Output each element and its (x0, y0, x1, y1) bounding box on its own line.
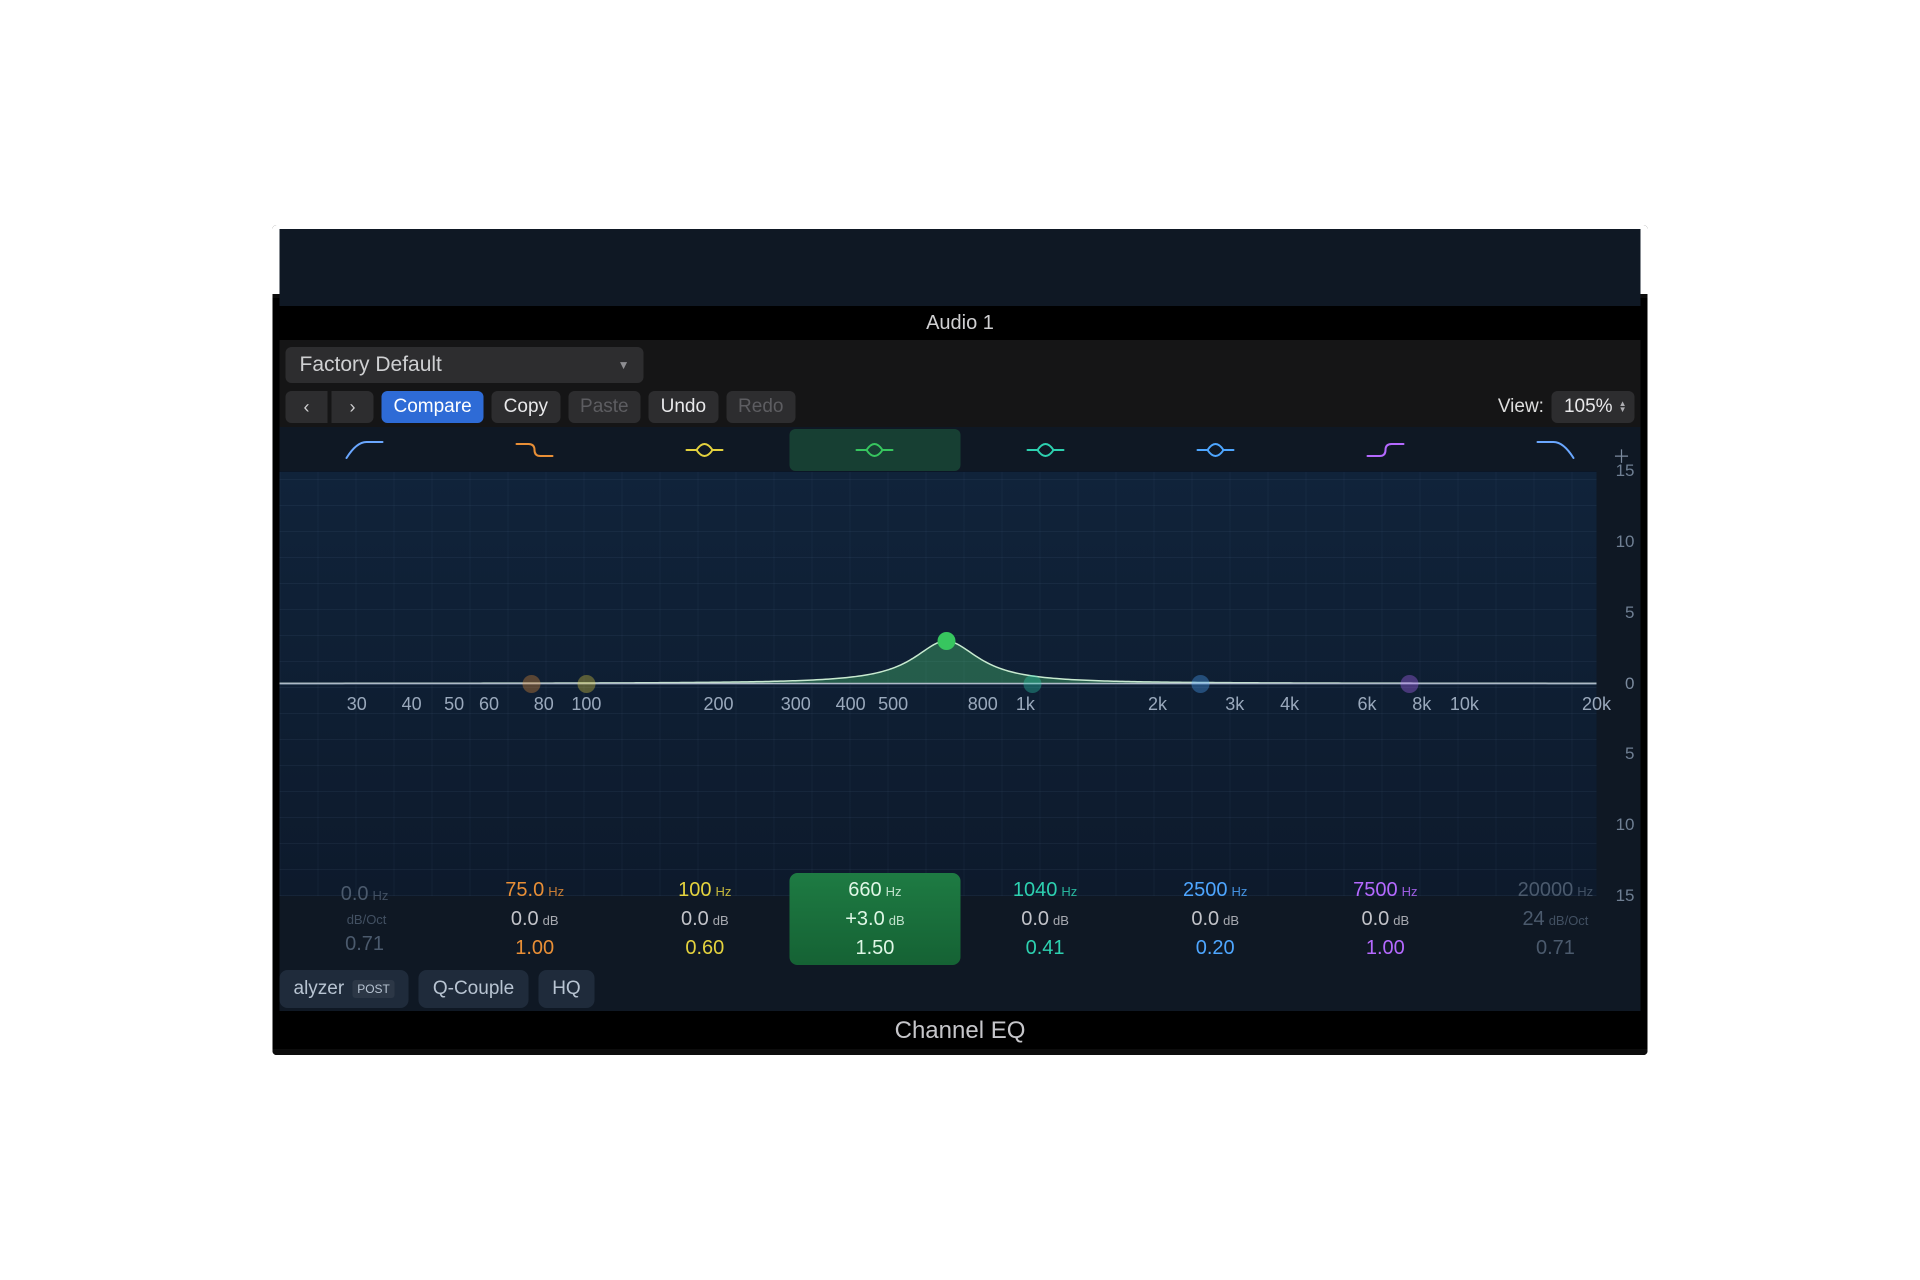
bell-icon (1023, 438, 1067, 462)
band-type-row (280, 429, 1641, 471)
band-type-b2[interactable] (450, 429, 620, 471)
band-type-b7[interactable] (1300, 429, 1470, 471)
plugin-name: Channel EQ (895, 1017, 1026, 1045)
frame-bottom-bar (273, 1049, 1648, 1055)
y-axis-ticks: ＋ 15105051015 (1597, 471, 1641, 896)
plugin-inner: Audio 1 Factory Default ▼ ‹ › Compare Co… (280, 229, 1641, 1051)
view-label: View: (1498, 396, 1544, 418)
band-type-b6[interactable] (1130, 429, 1300, 471)
band-params-b4[interactable]: 660Hz+3.0dB1.50 (790, 873, 960, 965)
lowpass-icon (1533, 438, 1577, 462)
preset-name: Factory Default (300, 353, 442, 377)
chevron-down-icon: ▼ (618, 358, 630, 372)
redo-button[interactable]: Redo (726, 391, 795, 423)
band-params-b1[interactable]: 0.0HzdB/Oct0.71 (280, 873, 450, 965)
eq-curve (280, 471, 1597, 896)
analyzer-label: alyzer (294, 978, 345, 1000)
y-tick: 10 (1616, 815, 1635, 835)
plugin-name-footer: Channel EQ (280, 1011, 1641, 1051)
highpass-icon (343, 438, 387, 462)
y-tick: 15 (1616, 461, 1635, 481)
view-zoom-value: 105% (1564, 396, 1613, 418)
band-params-b2[interactable]: 75.0Hz0.0dB1.00 (450, 873, 620, 965)
band-type-b1[interactable] (280, 429, 450, 471)
band-params-b7[interactable]: 7500Hz0.0dB1.00 (1300, 873, 1470, 965)
band-handle[interactable] (937, 632, 955, 650)
band-handle[interactable] (577, 675, 595, 693)
band-params-b3[interactable]: 100Hz0.0dB0.60 (620, 873, 790, 965)
compare-button[interactable]: Compare (382, 391, 484, 423)
plugin-window: Audio 1 Factory Default ▼ ‹ › Compare Co… (273, 225, 1648, 1055)
view-zoom-stepper[interactable]: 105% ▲▼ (1552, 391, 1635, 423)
plugin-header: Factory Default ▼ ‹ › Compare Copy Paste… (280, 340, 1641, 427)
band-handle[interactable] (522, 675, 540, 693)
band-handle[interactable] (1024, 675, 1042, 693)
paste-button[interactable]: Paste (568, 391, 641, 423)
bell-icon (853, 438, 897, 462)
preset-dropdown[interactable]: Factory Default ▼ (286, 347, 644, 383)
analyzer-mode-badge: POST (352, 980, 395, 998)
bell-icon (1193, 438, 1237, 462)
q-couple-toggle[interactable]: Q-Couple (419, 970, 528, 1008)
y-tick: 5 (1625, 744, 1634, 764)
chevron-left-icon: ‹ (304, 397, 310, 418)
window-title: Audio 1 (926, 312, 994, 335)
hq-toggle[interactable]: HQ (538, 970, 595, 1008)
prev-preset-button[interactable]: ‹ (286, 391, 328, 423)
highshelf-icon (1363, 438, 1407, 462)
band-type-b5[interactable] (960, 429, 1130, 471)
y-tick: 0 (1625, 674, 1634, 694)
band-type-b3[interactable] (620, 429, 790, 471)
toolbar: ‹ › Compare Copy Paste Undo Redo View: 1… (286, 387, 1635, 427)
lowshelf-icon (513, 438, 557, 462)
undo-button[interactable]: Undo (649, 391, 718, 423)
band-params-b6[interactable]: 2500Hz0.0dB0.20 (1130, 873, 1300, 965)
band-params-b8[interactable]: 20000Hz24dB/Oct0.71 (1470, 873, 1640, 965)
chevron-right-icon: › (350, 397, 356, 418)
y-tick: 10 (1616, 532, 1635, 552)
band-params-b5[interactable]: 1040Hz0.0dB0.41 (960, 873, 1130, 965)
band-handle[interactable] (1191, 675, 1209, 693)
window-titlebar: Audio 1 (280, 306, 1641, 340)
bell-icon (683, 438, 727, 462)
copy-button[interactable]: Copy (492, 391, 560, 423)
y-tick: 5 (1625, 603, 1634, 623)
next-preset-button[interactable]: › (332, 391, 374, 423)
analyzer-toggle[interactable]: alyzer POST (280, 970, 409, 1008)
band-type-b4[interactable] (790, 429, 960, 471)
bottom-controls: alyzer POST Q-Couple HQ (280, 967, 1641, 1011)
stepper-arrows-icon: ▲▼ (1619, 401, 1627, 413)
band-params-row: 0.0HzdB/Oct0.7175.0Hz0.0dB1.00100Hz0.0dB… (280, 873, 1641, 965)
band-handle[interactable] (1400, 675, 1418, 693)
